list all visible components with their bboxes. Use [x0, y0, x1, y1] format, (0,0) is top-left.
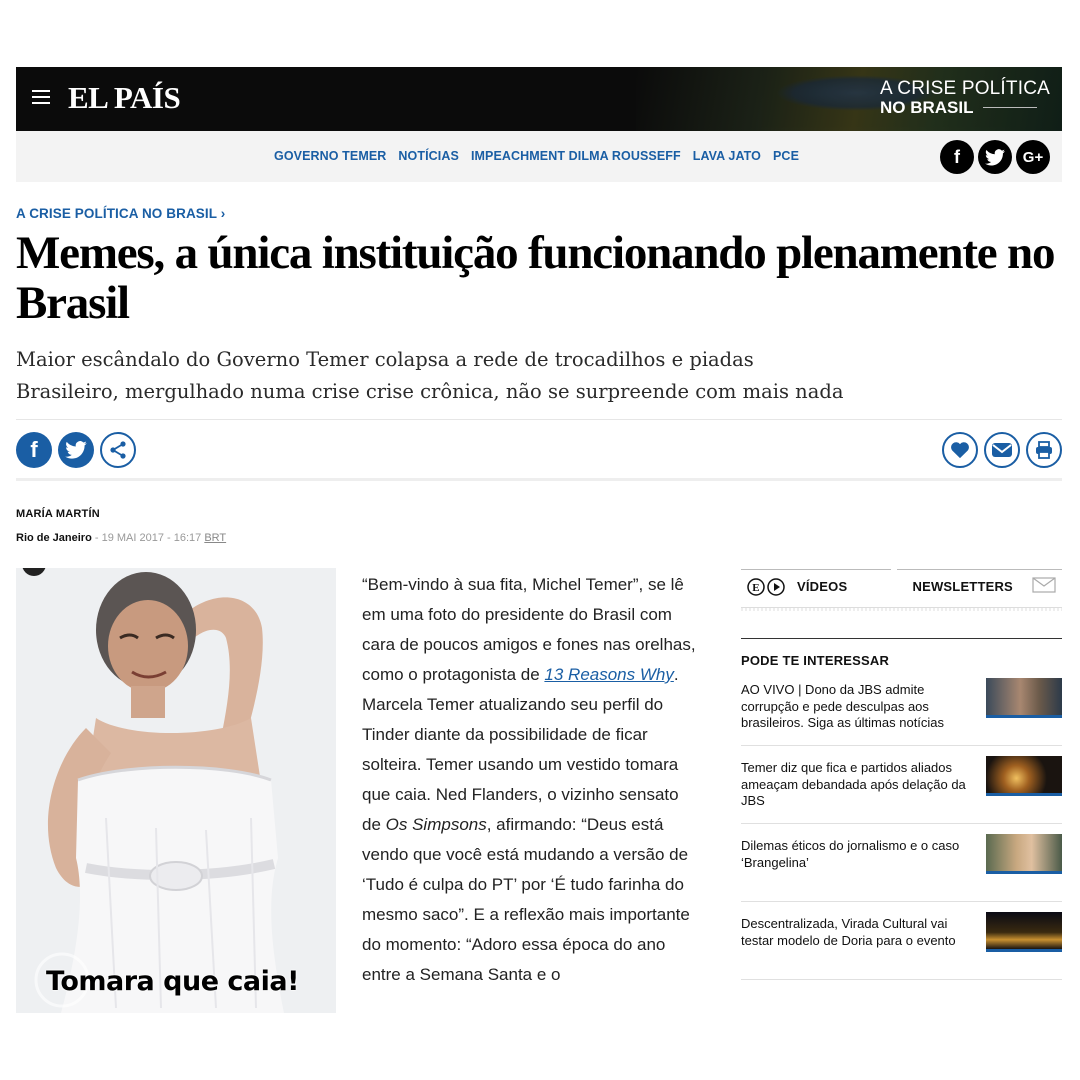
nav-link-governo-temer[interactable]: GOVERNO TEMER — [274, 149, 386, 163]
article-headline: Memes, a única instituição funcionando p… — [16, 227, 1055, 329]
svg-text:E: E — [752, 582, 760, 594]
image-caption: Tomara que caia! — [46, 966, 299, 997]
related-item-title[interactable]: Dilemas éticos do jornalismo e o caso ‘B… — [741, 838, 976, 871]
topic-nav: GOVERNO TEMER NOTÍCIAS IMPEACHMENT DILMA… — [16, 131, 1062, 182]
newsletters-tab[interactable]: NEWSLETTERS — [896, 569, 1062, 603]
related-item-thumbnail[interactable] — [986, 912, 1062, 952]
related-item[interactable]: Descentralizada, Virada Cultural vai tes… — [741, 902, 1062, 980]
related-item-thumbnail[interactable] — [986, 834, 1062, 874]
sidebar-divider — [741, 607, 1062, 611]
body-link-13-reasons[interactable]: 13 Reasons Why — [544, 665, 673, 684]
menu-icon[interactable] — [32, 90, 50, 104]
site-logo[interactable]: EL PAÍS — [68, 80, 181, 116]
related-item-title[interactable]: Descentralizada, Virada Cultural vai tes… — [741, 916, 976, 949]
videos-tab[interactable]: E VÍDEOS — [741, 569, 891, 603]
share-bar: f — [16, 419, 1062, 481]
subhead-line-1: Maior escândalo do Governo Temer colapsa… — [16, 348, 754, 371]
heart-icon[interactable] — [942, 432, 978, 468]
google-plus-icon[interactable]: G+ — [1016, 140, 1050, 174]
twitter-share-icon[interactable] — [58, 432, 94, 468]
twitter-icon[interactable] — [978, 140, 1012, 174]
share-icon[interactable] — [100, 432, 136, 468]
related-item-thumbnail[interactable] — [986, 756, 1062, 796]
article-photo[interactable]: Tomara que caia! — [16, 568, 336, 1013]
article-kicker[interactable]: A CRISE POLÍTICA NO BRASIL › — [16, 206, 225, 221]
facebook-icon[interactable]: f — [940, 140, 974, 174]
share-buttons: f — [16, 432, 136, 468]
envelope-icon — [1032, 577, 1056, 596]
related-item-title[interactable]: AO VIVO | Dono da JBS admite corrupção e… — [741, 682, 976, 732]
photo-illustration — [16, 568, 336, 1013]
video-icon: E — [747, 577, 785, 596]
subhead-line-2: Brasileiro, mergulhado numa crise crise … — [16, 380, 844, 403]
dateline-date: - 19 MAI 2017 - 16:17 — [91, 532, 205, 544]
author-name[interactable]: MARÍA MARTÍN — [16, 508, 100, 520]
nav-link-lava-jato[interactable]: LAVA JATO — [693, 149, 761, 163]
pode-te-interessar-title: PODE TE INTERESSAR — [741, 638, 1062, 668]
sidebar-tabs: E VÍDEOS NEWSLETTERS — [741, 569, 1062, 603]
print-icon[interactable] — [1026, 432, 1062, 468]
social-follow: f G+ — [940, 140, 1050, 174]
section-banner-line1: A CRISE POLÍTICA — [879, 78, 1050, 99]
nav-link-pce[interactable]: PCE — [773, 149, 799, 163]
dateline-timezone: BRT — [204, 532, 227, 544]
videos-label: VÍDEOS — [797, 579, 848, 594]
related-item-thumbnail[interactable] — [986, 678, 1062, 718]
body-text-3: , afirmando: “Deus está vendo que você e… — [362, 815, 690, 984]
related-item[interactable]: AO VIVO | Dono da JBS admite corrupção e… — [741, 668, 1062, 746]
newsletters-label: NEWSLETTERS — [912, 579, 1013, 594]
dateline-location: Rio de Janeiro — [16, 532, 92, 544]
article-body: “Bem-vindo à sua fita, Michel Temer”, se… — [362, 570, 702, 990]
article-actions — [942, 432, 1062, 468]
site-header: EL PAÍS A CRISE POLÍTICA NO BRASIL — [16, 67, 1062, 131]
related-item-title[interactable]: Temer diz que fica e partidos aliados am… — [741, 760, 976, 810]
body-text-2: . Marcela Temer atualizando seu perfil d… — [362, 665, 679, 834]
sidebar: E VÍDEOS NEWSLETTERS PODE TE INTERESSAR … — [741, 569, 1062, 980]
section-banner-line2: NO BRASIL — [880, 98, 1050, 117]
dateline: Rio de Janeiro - 19 MAI 2017 - 16:17 BRT — [16, 532, 226, 544]
facebook-share-icon[interactable]: f — [16, 432, 52, 468]
nav-link-impeachment[interactable]: IMPEACHMENT DILMA ROUSSEFF — [471, 149, 681, 163]
section-banner[interactable]: A CRISE POLÍTICA NO BRASIL — [880, 79, 1050, 117]
related-item[interactable]: Temer diz que fica e partidos aliados am… — [741, 746, 1062, 824]
related-item[interactable]: Dilemas éticos do jornalismo e o caso ‘B… — [741, 824, 1062, 902]
topic-links: GOVERNO TEMER NOTÍCIAS IMPEACHMENT DILMA… — [274, 149, 799, 163]
mail-icon[interactable] — [984, 432, 1020, 468]
body-italic-simpsons: Os Simpsons — [385, 815, 487, 834]
article-subhead: Maior escândalo do Governo Temer colapsa… — [16, 344, 1056, 408]
nav-link-noticias[interactable]: NOTÍCIAS — [398, 149, 459, 163]
